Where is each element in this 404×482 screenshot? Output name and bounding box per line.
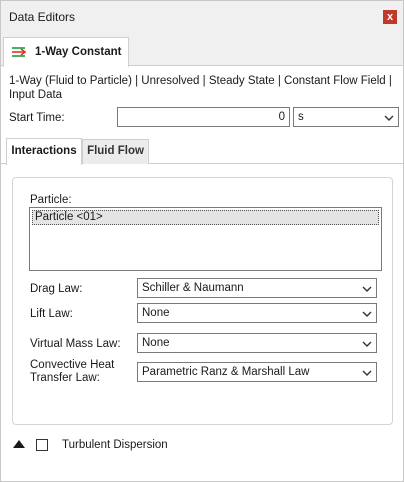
virtual-mass-law-label: Virtual Mass Law: bbox=[30, 338, 121, 350]
document-tab-bar: 1-Way Constant bbox=[1, 33, 403, 67]
collapse-triangle-icon[interactable] bbox=[13, 439, 25, 452]
tab-1-way-constant[interactable]: 1-Way Constant bbox=[3, 37, 129, 67]
sub-tab-bar: Interactions Fluid Flow bbox=[1, 138, 403, 165]
virtual-mass-law-value: None bbox=[142, 337, 170, 349]
list-item[interactable]: Particle <01> bbox=[32, 210, 379, 225]
window-title: Data Editors bbox=[9, 10, 76, 24]
particle-label: Particle: bbox=[30, 194, 72, 206]
chevron-down-icon bbox=[362, 368, 372, 380]
convective-heat-transfer-law-value: Parametric Ranz & Marshall Law bbox=[142, 366, 310, 378]
chevron-down-icon bbox=[362, 284, 372, 296]
lift-law-select[interactable]: None bbox=[137, 303, 377, 323]
start-time-input[interactable]: 0 bbox=[117, 107, 290, 127]
data-editors-window: Data Editors x 1-Way Constant 1-Way (Flu… bbox=[0, 0, 404, 482]
flow-arrows-icon bbox=[12, 45, 28, 62]
start-time-label: Start Time: bbox=[9, 112, 65, 124]
drag-law-label: Drag Law: bbox=[30, 283, 83, 295]
tab-label: 1-Way Constant bbox=[35, 46, 122, 58]
lift-law-value: None bbox=[142, 307, 170, 319]
chevron-down-icon bbox=[384, 113, 394, 125]
tab-fluid-flow[interactable]: Fluid Flow bbox=[82, 139, 149, 164]
tab-interactions[interactable]: Interactions bbox=[6, 138, 82, 165]
drag-law-select[interactable]: Schiller & Naumann bbox=[137, 278, 377, 298]
unit-value: s bbox=[298, 111, 304, 123]
title-bar: Data Editors x bbox=[1, 1, 403, 33]
chevron-down-icon bbox=[362, 309, 372, 321]
convective-heat-transfer-law-select[interactable]: Parametric Ranz & Marshall Law bbox=[137, 362, 377, 382]
lift-law-label: Lift Law: bbox=[30, 308, 73, 320]
turbulent-dispersion-label: Turbulent Dispersion bbox=[62, 439, 168, 451]
chevron-down-icon bbox=[362, 339, 372, 351]
model-description: 1-Way (Fluid to Particle) | Unresolved |… bbox=[9, 75, 392, 101]
drag-law-value: Schiller & Naumann bbox=[142, 282, 244, 294]
turbulent-dispersion-checkbox[interactable] bbox=[36, 439, 48, 451]
close-button[interactable]: x bbox=[383, 10, 397, 24]
particle-list[interactable]: Particle <01> bbox=[29, 207, 382, 271]
convective-heat-transfer-law-label: Convective Heat Transfer Law: bbox=[30, 359, 115, 384]
virtual-mass-law-select[interactable]: None bbox=[137, 333, 377, 353]
start-time-unit-select[interactable]: s bbox=[293, 107, 399, 127]
